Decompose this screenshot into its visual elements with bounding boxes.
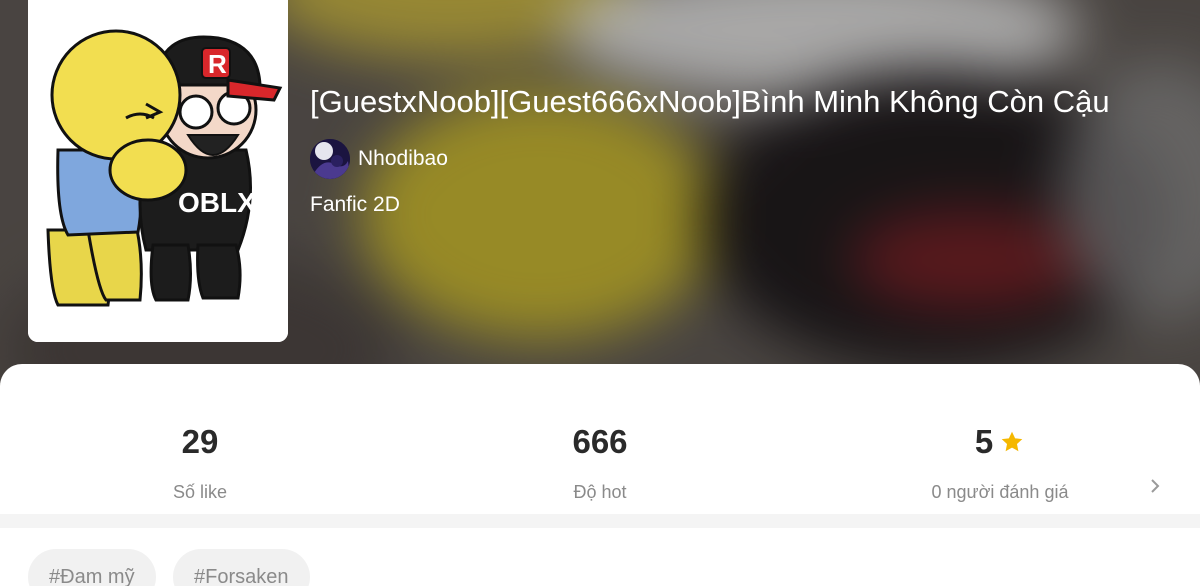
- stat-hot: 666 Độ hot: [400, 422, 800, 503]
- stat-rating[interactable]: 5 0 người đánh giá: [800, 422, 1200, 503]
- stat-likes: 29 Số like: [0, 422, 400, 503]
- story-category: Fanfic 2D: [310, 193, 400, 216]
- story-header-banner: OBLX R [GuestxNoob][Guest666xNoob]Bình M…: [0, 0, 1200, 400]
- author-name[interactable]: Nhodibao: [358, 147, 448, 171]
- story-stats-panel: 29 Số like 666 Độ hot 5 0 người đánh giá: [0, 364, 1200, 514]
- rating-value: 5: [974, 423, 994, 460]
- star-icon: [1001, 431, 1023, 452]
- author-link[interactable]: Nhodibao: [310, 138, 448, 180]
- tag-list: #Đam mỹ #Forsaken: [0, 528, 1200, 586]
- chevron-right-icon[interactable]: [1148, 476, 1162, 496]
- story-cover-image[interactable]: OBLX R: [28, 0, 288, 342]
- author-avatar[interactable]: [310, 139, 350, 179]
- cover-hat-letter: R: [208, 49, 227, 79]
- likes-label: Số like: [172, 482, 228, 502]
- hot-label: Độ hot: [573, 482, 627, 502]
- likes-count: 29: [181, 423, 219, 460]
- cover-shirt-text: OBLX: [178, 187, 256, 218]
- tag-chip[interactable]: #Forsaken: [173, 549, 310, 586]
- rating-count-label: 0 người đánh giá: [931, 482, 1069, 502]
- tag-chip[interactable]: #Đam mỹ: [28, 549, 156, 586]
- hot-count: 666: [572, 423, 628, 460]
- rating-value-row: 5: [975, 422, 1025, 462]
- story-title: [GuestxNoob][Guest666xNoob]Bình Minh Khô…: [310, 84, 1110, 119]
